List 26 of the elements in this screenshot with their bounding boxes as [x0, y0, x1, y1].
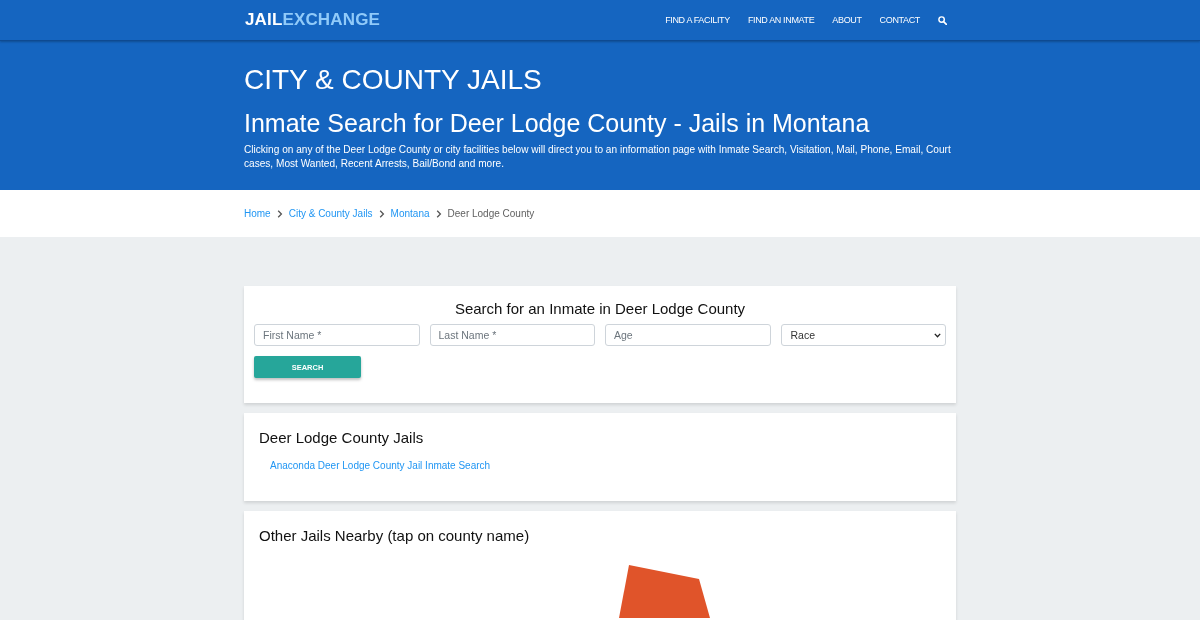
site-logo[interactable]: JAILEXCHANGE [245, 10, 380, 30]
card-heading: Deer Lodge County Jails [259, 429, 425, 447]
nav-link[interactable]: CONTACT [879, 15, 920, 25]
chevron-right-icon [276, 209, 283, 218]
text-input-field[interactable]: Age [605, 324, 771, 346]
card-heading: Other Jails Nearby (tap on county name) [259, 527, 531, 545]
page-description: Clicking on any of the Deer Lodge County or city facilities below will direct you to an information page with Inmate Search, Visitation, Mail, Phone, Email, Court cases, Most Wanted, Recent Arrests, Bail/Bond and more. [244, 143, 952, 171]
chevron-down-icon [934, 332, 941, 338]
breadcrumb-link[interactable]: Montana [390, 208, 430, 219]
select-field[interactable]: Race [780, 324, 946, 346]
chevron-right-icon [435, 209, 442, 218]
nav-link[interactable]: FIND A FACILITY [665, 15, 730, 25]
text-input-field[interactable]: First Name * [254, 324, 420, 346]
nav-link[interactable]: FIND AN INMATE [747, 15, 815, 25]
page-category-heading: CITY & COUNTY JAILS [244, 63, 543, 97]
page-title: Inmate Search for Deer Lodge County - Jails in Montana [244, 108, 871, 139]
county-map-shape[interactable] [619, 565, 710, 618]
breadcrumb-link[interactable]: Home [244, 208, 271, 219]
breadcrumb-link[interactable]: City & County Jails [288, 208, 373, 219]
nav-link[interactable]: ABOUT [832, 15, 862, 25]
text-input-field[interactable]: Last Name * [429, 324, 595, 346]
jail-link[interactable]: Anaconda Deer Lodge County Jail Inmate Search [270, 460, 491, 471]
search-card-title: Search for an Inmate in Deer Lodge County [453, 300, 747, 318]
chevron-right-icon [378, 209, 385, 218]
search-icon[interactable] [938, 15, 947, 25]
current-page-text: Deer Lodge County [447, 208, 535, 219]
